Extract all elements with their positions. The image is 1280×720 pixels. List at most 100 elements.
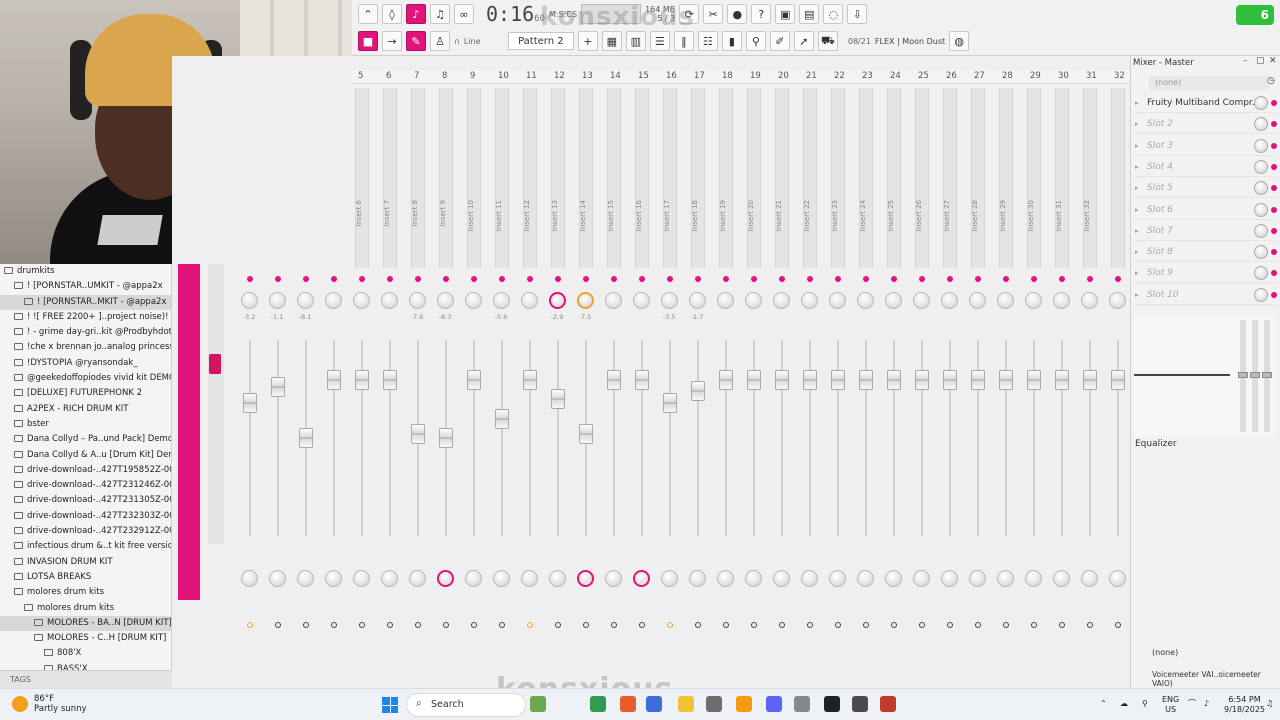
slot-enable-led[interactable]: [1271, 185, 1277, 192]
strip-led[interactable]: [835, 276, 841, 282]
route-dot[interactable]: [1059, 622, 1065, 628]
pan-knob[interactable]: [1081, 292, 1098, 309]
volume-fader[interactable]: [915, 369, 929, 390]
route-dot[interactable]: [583, 622, 589, 628]
route-dot[interactable]: [779, 622, 785, 628]
volume-fader[interactable]: [635, 369, 649, 390]
stereo-knob[interactable]: [773, 570, 790, 587]
volume-fader[interactable]: [943, 369, 957, 390]
route-dot[interactable]: [863, 622, 869, 628]
strip-led[interactable]: [499, 276, 505, 282]
strip-header[interactable]: [971, 88, 985, 268]
strip-header[interactable]: [439, 88, 453, 268]
microphone-icon[interactable]: ●: [727, 4, 748, 24]
save-icon[interactable]: ▣: [775, 4, 796, 24]
stereo-knob[interactable]: [269, 570, 286, 587]
strip-header[interactable]: [411, 88, 425, 268]
volume-fader[interactable]: [579, 424, 593, 445]
strip-header[interactable]: [579, 88, 593, 268]
voicemeeter-icon[interactable]: [880, 696, 896, 712]
snap-selector[interactable]: Line: [464, 37, 504, 46]
stereo-knob[interactable]: [437, 570, 454, 587]
edge-icon[interactable]: [646, 696, 662, 712]
slot-mix-knob[interactable]: [1254, 245, 1268, 260]
input-selector[interactable]: (none): [1149, 76, 1269, 90]
effect-slot[interactable]: ▸ Slot 6: [1135, 201, 1277, 220]
capcut-icon[interactable]: [824, 696, 840, 712]
strip-led[interactable]: [863, 276, 869, 282]
slot-enable-led[interactable]: [1271, 100, 1277, 106]
network-icon[interactable]: ⌒: [1188, 699, 1196, 709]
stereo-knob[interactable]: [1053, 570, 1070, 587]
clipboard-icon[interactable]: ▮: [721, 31, 742, 51]
effect-slot[interactable]: ▸ Slot 3: [1135, 137, 1277, 156]
tray-chevron-icon[interactable]: ⌃: [1100, 699, 1107, 709]
browser-item[interactable]: ! [PORNSTAR..UMKIT - @appa2x: [0, 279, 171, 294]
strip-led[interactable]: [527, 276, 533, 282]
browser-item[interactable]: ! - grime day-gri..kit @Prodbyhdotty: [0, 325, 171, 340]
bell-icon[interactable]: ♫: [1266, 699, 1273, 709]
pan-knob[interactable]: [297, 292, 314, 309]
browser-item[interactable]: 808'X: [0, 646, 171, 661]
strip-header[interactable]: [831, 88, 845, 268]
volume-fader[interactable]: [271, 377, 285, 398]
route-dot[interactable]: [247, 622, 253, 628]
browser-item[interactable]: molores drum kits: [0, 601, 171, 616]
effect-slot[interactable]: ▸ Slot 7: [1135, 222, 1277, 241]
browser-item[interactable]: drive-download-..427T195852Z-001: [0, 463, 171, 478]
strip-header[interactable]: [719, 88, 733, 268]
strip-header[interactable]: [943, 88, 957, 268]
strip-header[interactable]: [803, 88, 817, 268]
volume-fader[interactable]: [859, 369, 873, 390]
volume-fader[interactable]: [327, 369, 341, 390]
route-dot[interactable]: [1003, 622, 1009, 628]
eq-low-handle[interactable]: [1238, 372, 1248, 378]
pan-knob[interactable]: [577, 292, 594, 309]
route-dot[interactable]: [723, 622, 729, 628]
pan-knob[interactable]: [913, 292, 930, 309]
weather-icon[interactable]: [12, 696, 28, 712]
pan-knob[interactable]: [1053, 292, 1070, 309]
strip-header[interactable]: [495, 88, 509, 268]
strip-led[interactable]: [611, 276, 617, 282]
wait-record-icon[interactable]: ◊: [382, 4, 402, 24]
stereo-knob[interactable]: [885, 570, 902, 587]
strip-led[interactable]: [331, 276, 337, 282]
volume-fader[interactable]: [719, 369, 733, 390]
effect-slot[interactable]: ▸ Slot 8: [1135, 243, 1277, 263]
browser-item[interactable]: MOLORES - BA..N [DRUM KIT]: [0, 615, 171, 632]
volume-fader[interactable]: [495, 408, 509, 429]
strip-header[interactable]: [691, 88, 705, 268]
route-dot[interactable]: [443, 622, 449, 628]
pan-knob[interactable]: [241, 292, 258, 309]
route-dot[interactable]: [303, 622, 309, 628]
route-dot[interactable]: [499, 622, 505, 628]
pan-knob[interactable]: [1109, 292, 1126, 309]
volume-fader[interactable]: [1027, 369, 1041, 390]
strip-led[interactable]: [807, 276, 813, 282]
pan-knob[interactable]: [857, 292, 874, 309]
slot-mix-knob[interactable]: [1254, 202, 1268, 217]
strip-header[interactable]: [915, 88, 929, 268]
strip-led[interactable]: [443, 276, 449, 282]
stereo-knob[interactable]: [605, 570, 622, 587]
stereo-knob[interactable]: [745, 570, 762, 587]
strip-header[interactable]: [999, 88, 1013, 268]
volume-fader[interactable]: [691, 381, 705, 402]
route-dot[interactable]: [1087, 622, 1093, 628]
pan-knob[interactable]: [437, 292, 454, 309]
stereo-knob[interactable]: [689, 570, 706, 587]
stereo-knob[interactable]: [353, 570, 370, 587]
close-icon[interactable]: ✕: [1269, 56, 1277, 66]
effect-slot[interactable]: ▸ Slot 4: [1135, 158, 1277, 177]
volume-fader[interactable]: [999, 369, 1013, 390]
route-dot[interactable]: [611, 622, 617, 628]
volume-fader[interactable]: [1083, 369, 1097, 390]
route-dot[interactable]: [331, 622, 337, 628]
slot-mix-knob[interactable]: [1254, 223, 1268, 238]
strip-header[interactable]: [607, 88, 621, 268]
browser-item[interactable]: !DYSTOPIA @ryansondak_: [0, 356, 171, 371]
volume-fader[interactable]: [467, 369, 481, 390]
slot-mix-knob[interactable]: [1254, 181, 1268, 196]
route-dot[interactable]: [275, 622, 281, 628]
